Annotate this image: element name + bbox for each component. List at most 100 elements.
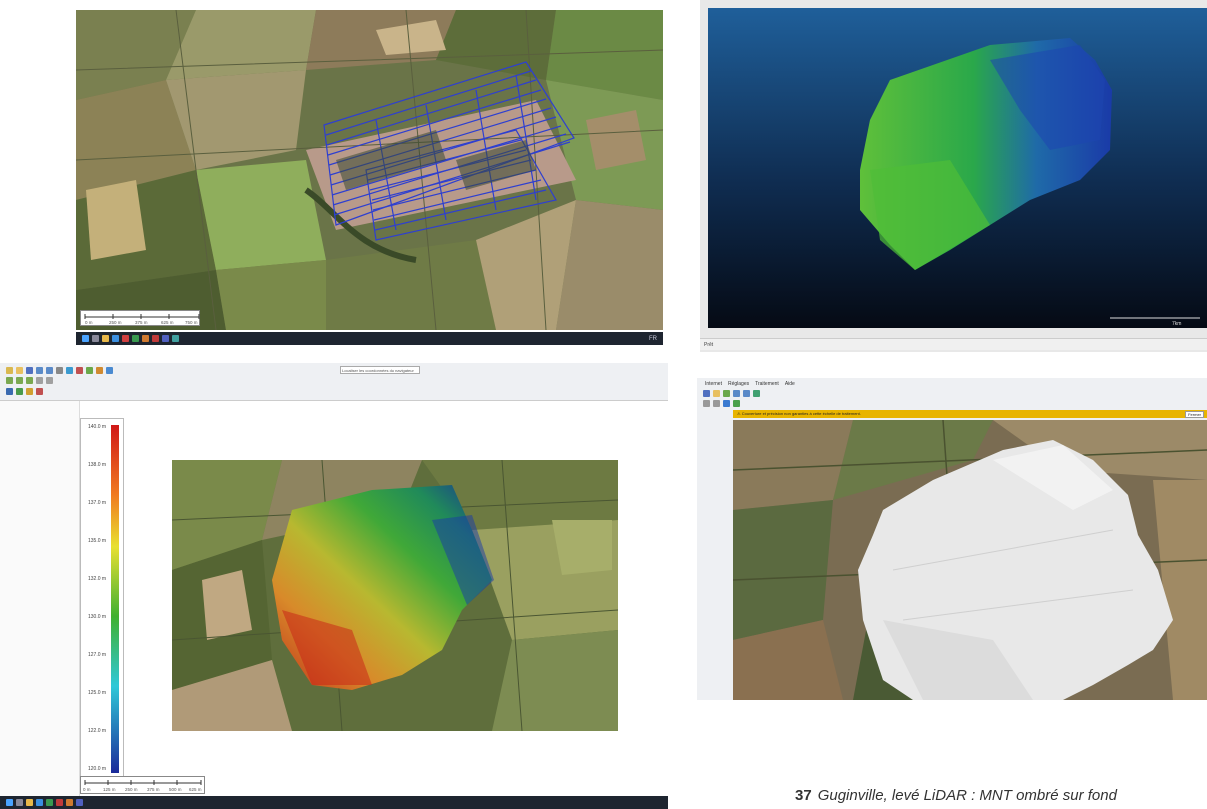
menu-bar: Internet Réglages Traitement Aide	[697, 381, 795, 387]
identify-icon[interactable]	[66, 367, 73, 374]
plugin-icon[interactable]	[16, 388, 23, 395]
digitize-icon[interactable]	[36, 377, 43, 384]
search-icon[interactable]	[16, 799, 23, 806]
zoom-in-icon[interactable]	[36, 367, 43, 374]
tool-icon[interactable]	[733, 400, 740, 407]
layer-icon[interactable]	[723, 390, 730, 397]
dem-map-canvas[interactable]	[172, 460, 618, 731]
scale-label-3: 625 m	[161, 320, 174, 325]
caption-text: Guginville, levé LiDAR : MNT ombré sur f…	[817, 787, 1117, 804]
app-icon[interactable]	[132, 335, 139, 342]
app-icon[interactable]	[172, 335, 179, 342]
menu-item-help[interactable]: Aide	[785, 381, 795, 387]
menu-item-internet[interactable]: Internet	[705, 381, 722, 387]
scale-label-1: 250 m	[109, 320, 122, 325]
legend-value-2: 137.0 m	[88, 500, 107, 506]
open-icon[interactable]	[16, 367, 23, 374]
point-cloud-canvas[interactable]: 7km	[700, 0, 1207, 330]
viewer-status-bar: Prêt	[700, 338, 1207, 350]
dem-scale-1: 125 m	[103, 787, 116, 792]
figure-caption: 37 Guginville, levé LiDAR : MNT ombré sur…	[795, 787, 1207, 804]
save-icon[interactable]	[703, 390, 710, 397]
menu-item-processing[interactable]: Traitement	[755, 381, 779, 387]
tool-icon[interactable]	[723, 400, 730, 407]
toolbar-row-3	[6, 388, 43, 395]
viewer-scale-label: 7km	[1172, 321, 1181, 327]
app-icon[interactable]	[66, 799, 73, 806]
hillshade-map-canvas[interactable]	[733, 420, 1207, 700]
app-icon[interactable]	[142, 335, 149, 342]
layer-icon[interactable]	[96, 367, 103, 374]
dem-scale-bar: 0 m 125 m 250 m 375 m 500 m 625 m	[80, 776, 205, 794]
coordinate-search-label: Localiser les coordonnées du navigateur	[342, 368, 414, 373]
save-icon[interactable]	[26, 367, 33, 374]
zoom-out-icon[interactable]	[743, 390, 750, 397]
plugin-icon[interactable]	[6, 388, 13, 395]
legend-value-8: 122.0 m	[88, 728, 107, 734]
start-icon[interactable]	[6, 799, 13, 806]
plugin-icon[interactable]	[26, 388, 33, 395]
toolbar-row-b	[703, 400, 740, 407]
scale-label-0: 0 m	[85, 320, 93, 325]
windows-taskbar: FR	[76, 332, 663, 345]
gis-dem-window: Localiser les coordonnées du navigateur	[0, 363, 668, 809]
folder-icon[interactable]	[26, 799, 33, 806]
legend-value-9: 120.0 m	[88, 766, 107, 772]
new-project-icon[interactable]	[6, 367, 13, 374]
gis-toolbar: Localiser les coordonnées du navigateur	[0, 363, 668, 401]
dem-scale-4: 500 m	[169, 787, 182, 792]
toolbar-row	[703, 390, 760, 397]
legend-value-5: 130.0 m	[88, 614, 107, 620]
browser-icon[interactable]	[112, 335, 119, 342]
app-icon[interactable]	[122, 335, 129, 342]
scale-label-4: 750 m	[185, 320, 198, 325]
tray-language: FR	[649, 335, 657, 342]
start-icon[interactable]	[82, 335, 89, 342]
edit-icon[interactable]	[6, 377, 13, 384]
legend-value-6: 127.0 m	[88, 652, 107, 658]
zoom-in-icon[interactable]	[733, 390, 740, 397]
refresh-icon[interactable]	[753, 390, 760, 397]
legend-value-1: 138.0 m	[88, 462, 107, 468]
elevation-legend: 140.0 m 138.0 m 137.0 m 135.0 m 132.0 m …	[80, 418, 124, 778]
plugin-icon[interactable]	[36, 388, 43, 395]
legend-value-7: 125.0 m	[88, 690, 107, 696]
app-icon[interactable]	[152, 335, 159, 342]
legend-value-4: 132.0 m	[88, 576, 107, 582]
warning-banner: ⚠ Couverture et précision non garanties …	[733, 410, 1207, 418]
legend-value-3: 135.0 m	[88, 538, 107, 544]
pan-icon[interactable]	[56, 367, 63, 374]
system-tray: FR	[649, 336, 663, 342]
scale-label-2: 375 m	[135, 320, 148, 325]
toolbar-row-1	[6, 367, 113, 374]
edit-icon[interactable]	[26, 377, 33, 384]
digitize-icon[interactable]	[46, 377, 53, 384]
dem-scale-5: 625 m	[189, 787, 202, 792]
app-icon[interactable]	[46, 799, 53, 806]
coordinate-search[interactable]: Localiser les coordonnées du navigateur	[340, 366, 420, 374]
satellite-map-flight-plan[interactable]	[76, 10, 663, 330]
search-icon[interactable]	[92, 335, 99, 342]
map-scale-bar: 0 m 250 m 375 m 625 m 750 m	[80, 310, 200, 326]
dem-scale-0: 0 m	[83, 787, 91, 792]
elevation-color-ramp	[111, 425, 119, 773]
tool-icon[interactable]	[703, 400, 710, 407]
app-icon[interactable]	[56, 799, 63, 806]
legend-value-0: 140.0 m	[88, 424, 107, 430]
measure-icon[interactable]	[76, 367, 83, 374]
layer-icon[interactable]	[106, 367, 113, 374]
open-icon[interactable]	[713, 390, 720, 397]
menu-item-settings[interactable]: Réglages	[728, 381, 749, 387]
point-cloud-viewer: 7km Prêt	[700, 0, 1207, 352]
folder-icon[interactable]	[102, 335, 109, 342]
tool-icon[interactable]	[713, 400, 720, 407]
app-icon[interactable]	[162, 335, 169, 342]
layers-panel[interactable]	[0, 401, 80, 796]
layer-icon[interactable]	[86, 367, 93, 374]
edit-icon[interactable]	[16, 377, 23, 384]
app-icon[interactable]	[76, 799, 83, 806]
close-warning-button[interactable]: Fermer	[1185, 411, 1204, 418]
zoom-out-icon[interactable]	[46, 367, 53, 374]
dem-scale-2: 250 m	[125, 787, 138, 792]
browser-icon[interactable]	[36, 799, 43, 806]
